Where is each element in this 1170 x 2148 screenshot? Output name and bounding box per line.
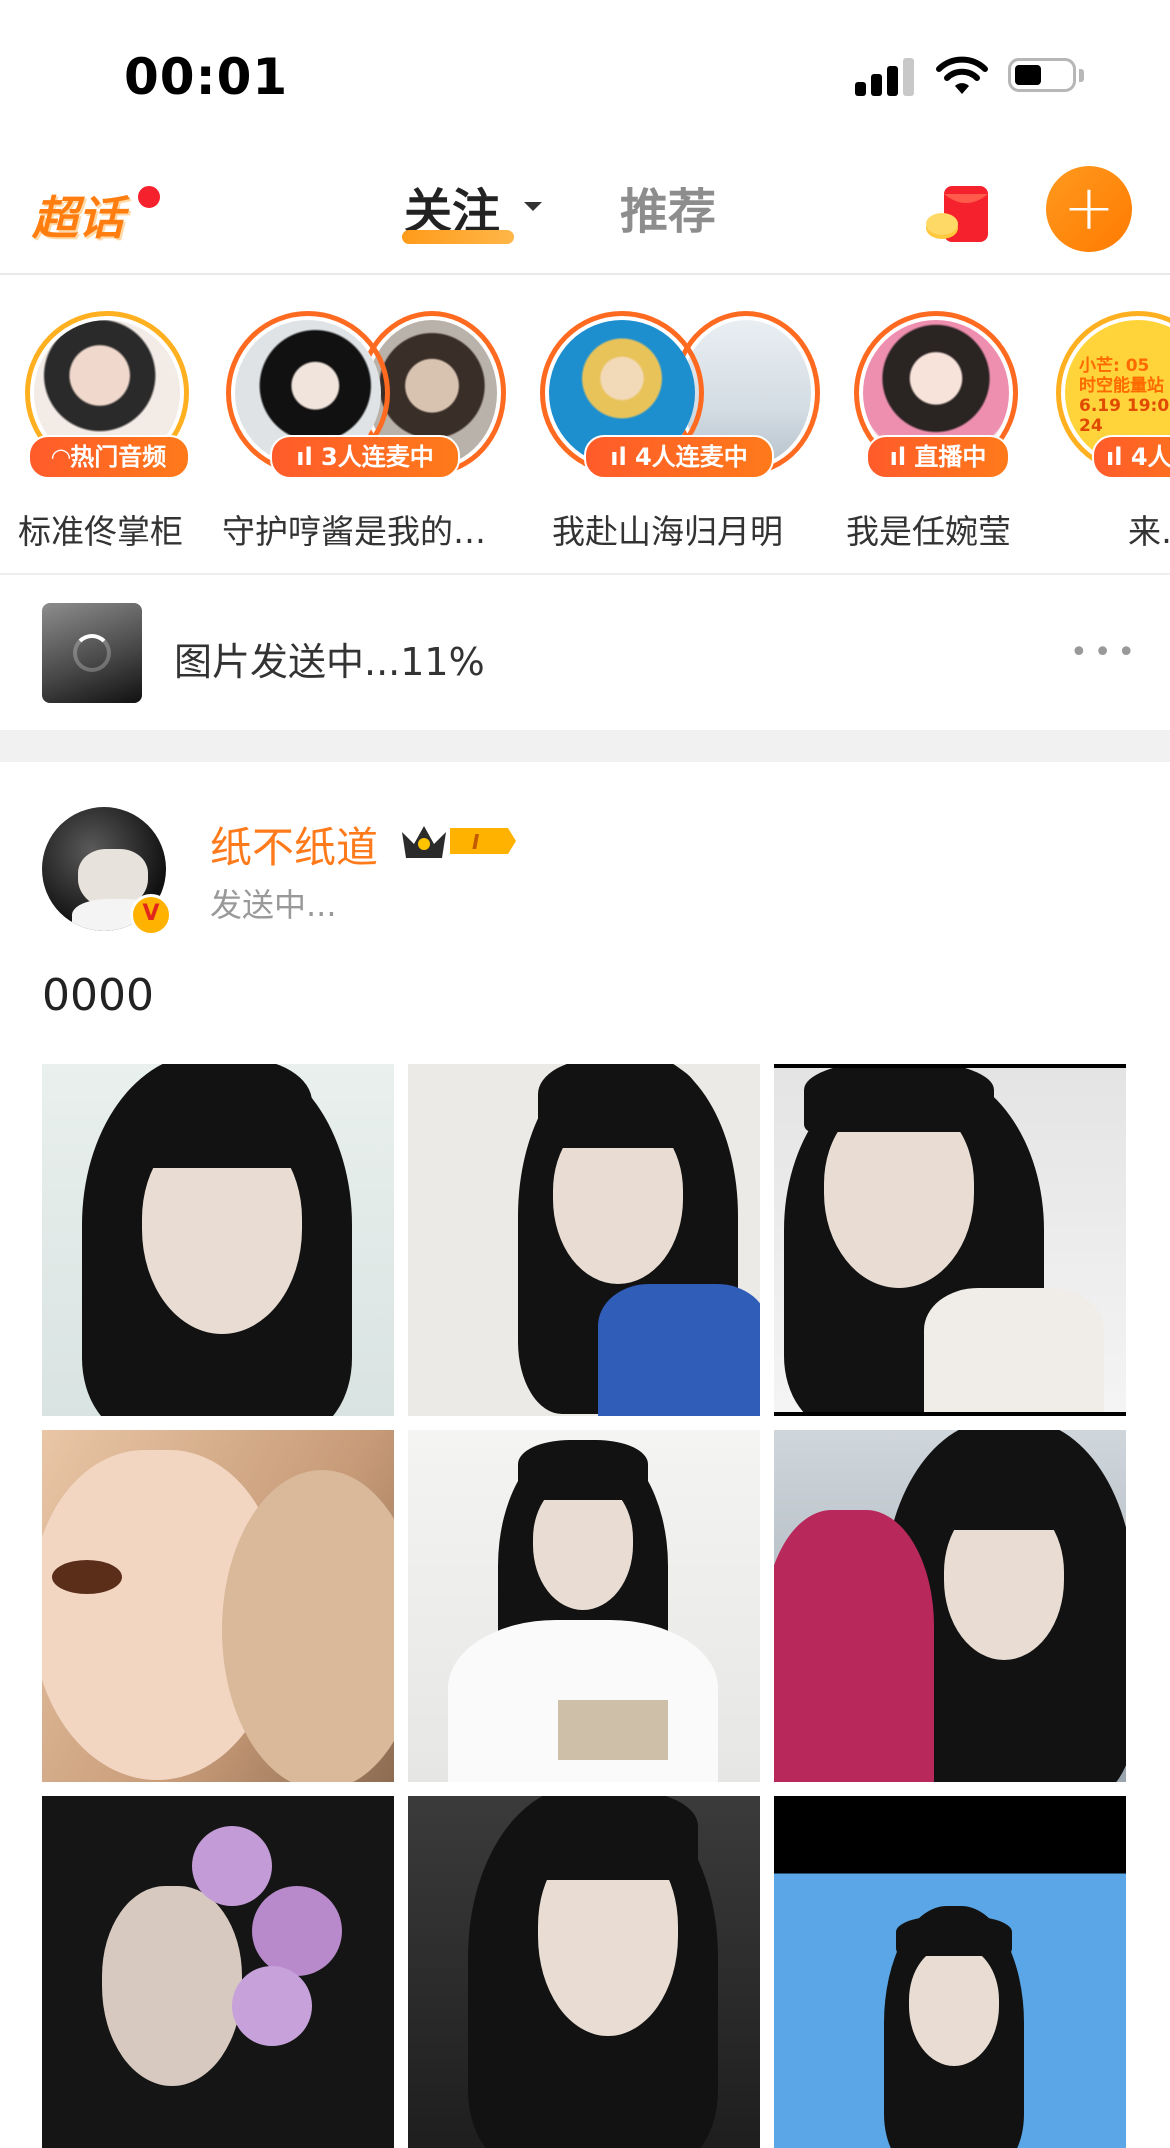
audio-bars-icon: ıl: [296, 443, 313, 471]
upload-progress-row: 图片发送中...11% •••: [0, 575, 1170, 730]
post-text: 0000: [42, 970, 154, 1021]
logo-text: 超话: [32, 191, 124, 245]
audio-bars-icon: ıl: [889, 443, 907, 471]
story-name: 来…: [1128, 512, 1170, 551]
post-image[interactable]: [408, 1064, 760, 1416]
story-name: 标准佟掌柜: [18, 512, 183, 551]
headphones-icon: ◠: [51, 443, 71, 471]
post-image[interactable]: [408, 1796, 760, 2148]
cellular-signal-icon: [855, 58, 915, 96]
story-item[interactable]: ıl 3人连麦中 守护哼酱是我的…: [222, 311, 506, 561]
notification-dot: [136, 184, 162, 210]
story-item[interactable]: 小芒: 05 时空能量站 6.19 19:00-24 ıl 4人 来…: [1056, 311, 1170, 561]
story-badge: ıl 4人: [1092, 435, 1170, 479]
story-badge: ıl 4人连麦中: [584, 435, 774, 479]
svg-text:I: I: [472, 830, 480, 854]
status-time: 00:01: [124, 48, 289, 106]
more-options-icon[interactable]: •••: [1070, 635, 1141, 670]
post-image[interactable]: [774, 1430, 1126, 1782]
post-image[interactable]: [774, 1796, 1126, 2148]
post-image[interactable]: [774, 1064, 1126, 1416]
active-tab-indicator: [402, 230, 514, 244]
story-name: 我赴山海归月明: [552, 512, 783, 551]
story-badge: ıl 直播中: [866, 435, 1010, 479]
upload-thumbnail: [42, 603, 142, 703]
story-item[interactable]: ◠热门音频 标准佟掌柜: [18, 311, 192, 561]
battery-icon: [1008, 58, 1086, 94]
post-username[interactable]: 纸不纸道: [210, 814, 378, 875]
tab-recommend[interactable]: 推荐: [620, 172, 716, 242]
top-nav-bar: 超话 关注 推荐 +: [0, 150, 1170, 275]
wifi-icon: [936, 56, 988, 94]
audio-bars-icon: ıl: [610, 443, 627, 471]
story-name: 我是任婉莹: [846, 512, 1011, 551]
verified-badge-icon: V: [130, 894, 172, 936]
crown-level-icon: I: [402, 826, 516, 858]
section-divider: [0, 730, 1170, 762]
story-item[interactable]: ıl 直播中 我是任婉莹: [846, 311, 1022, 561]
supertopic-logo[interactable]: 超话: [28, 170, 162, 250]
feed-post: V 纸不纸道 I 发送中... 0000: [0, 762, 1170, 2148]
post-image[interactable]: [42, 1796, 394, 2148]
story-badge: ◠热门音频: [28, 435, 190, 479]
red-packet-icon[interactable]: [922, 178, 998, 254]
status-bar: 00:01: [0, 0, 1170, 150]
loading-spinner-icon: [73, 634, 111, 672]
add-button[interactable]: +: [1046, 166, 1132, 252]
post-image[interactable]: [42, 1430, 394, 1782]
story-item[interactable]: ıl 4人连麦中 我赴山海归月明: [540, 311, 820, 561]
chevron-down-icon[interactable]: [524, 202, 542, 211]
post-image[interactable]: [408, 1430, 760, 1782]
live-stories-row: ◠热门音频 标准佟掌柜 ıl 3人连麦中 守护哼酱是我的… ıl 4人连麦中 我…: [0, 275, 1170, 575]
audio-bars-icon: ıl: [1106, 443, 1123, 471]
story-badge: ıl 3人连麦中: [270, 435, 460, 479]
post-status: 发送中...: [210, 886, 337, 924]
story-name: 守护哼酱是我的…: [222, 512, 486, 551]
post-image[interactable]: [42, 1064, 394, 1416]
upload-status-text: 图片发送中...11%: [174, 640, 485, 684]
story-card-text: 小芒: 05 时空能量站 6.19 19:00-24: [1079, 356, 1170, 436]
